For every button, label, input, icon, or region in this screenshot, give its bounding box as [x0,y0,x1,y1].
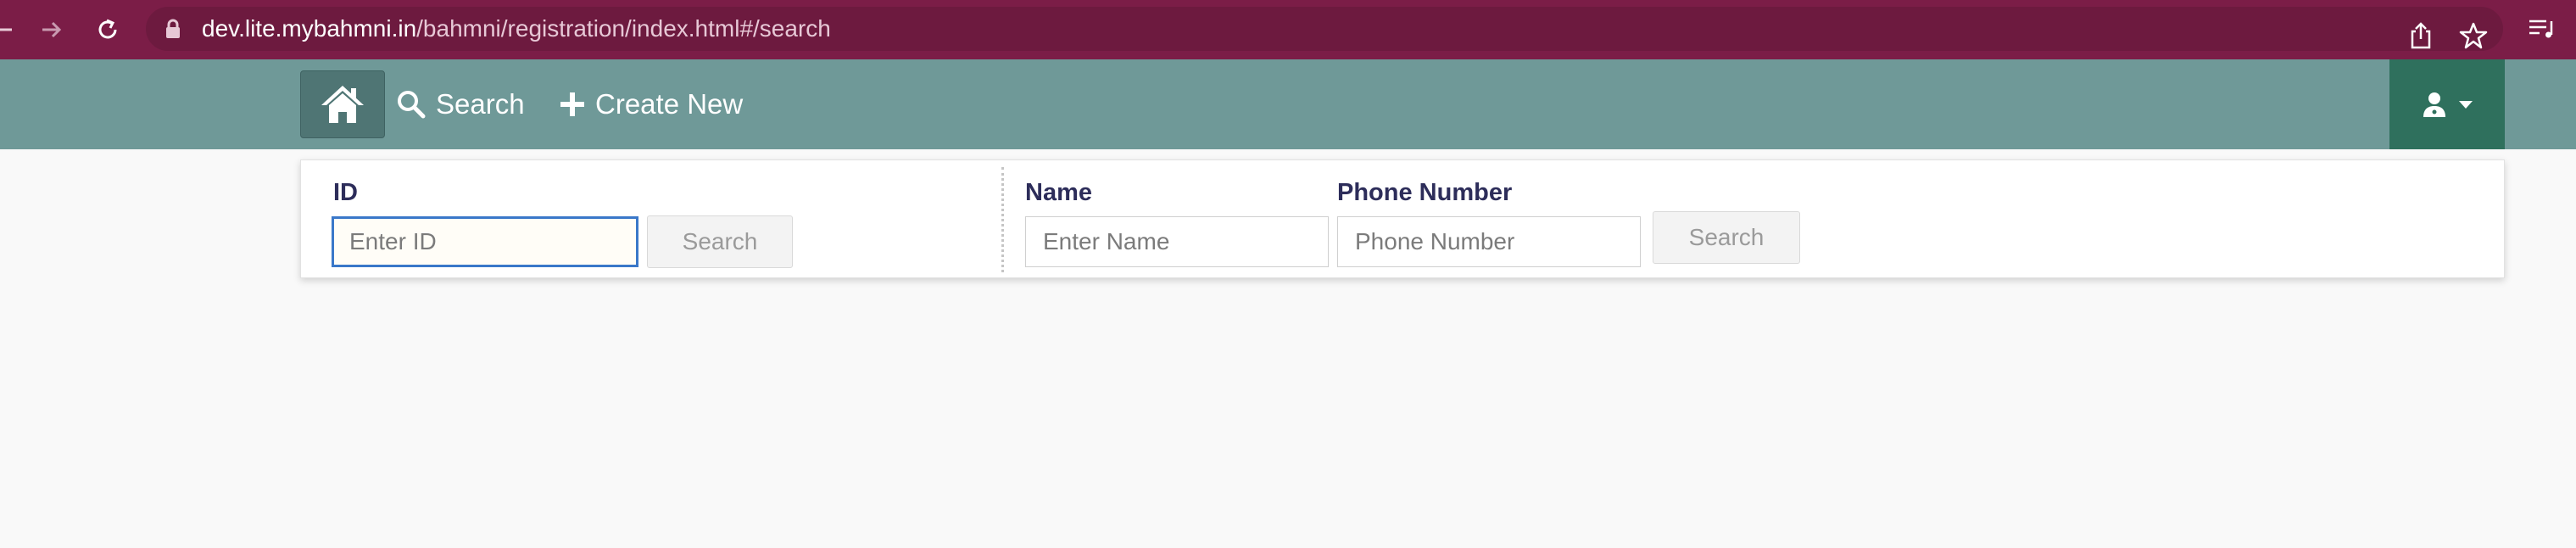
lock-icon [166,19,180,38]
url-text[interactable]: dev.lite.mybahmni.in/bahmni/registration… [202,7,831,51]
app-header: Search Create New [0,59,2576,149]
nav-search-label: Search [436,88,525,120]
browser-toolbar: dev.lite.mybahmni.in/bahmni/registration… [0,0,2576,59]
id-search-input[interactable] [332,216,638,267]
patient-search-panel: ID Search Name Phone Number Search [300,159,2505,278]
plus-icon [560,92,585,117]
media-queue-icon[interactable] [2525,12,2559,46]
phone-number-input[interactable] [1337,216,1641,267]
nav-search-link[interactable]: Search [397,76,525,132]
url-path: /bahmni/registration/index.html#/search [416,15,831,42]
home-icon [321,86,364,123]
search-icon [397,90,426,119]
name-search-button-label: Search [1688,224,1765,250]
url-domain: dev.lite.mybahmni.in [202,15,417,42]
forward-icon[interactable] [31,8,73,51]
home-button[interactable] [300,70,385,138]
address-bar[interactable]: dev.lite.mybahmni.in/bahmni/registration… [146,7,2503,51]
name-label: Name [1025,179,1092,206]
back-icon[interactable] [0,8,27,51]
nav-create-new-link[interactable]: Create New [560,76,743,132]
name-search-input[interactable] [1025,216,1329,267]
nav-create-new-label: Create New [595,88,744,120]
reload-icon[interactable] [86,8,129,51]
chevron-down-icon [2459,100,2473,109]
phone-number-label: Phone Number [1337,179,1513,206]
section-divider [1001,167,1004,272]
star-icon[interactable] [2456,19,2490,53]
id-search-button-label: Search [682,228,758,254]
id-search-button[interactable]: Search [647,215,793,268]
id-label: ID [333,179,358,206]
user-doctor-icon [2423,92,2445,117]
share-icon[interactable] [2404,19,2438,53]
user-menu-dropdown[interactable] [2389,59,2505,149]
name-search-button[interactable]: Search [1653,211,1800,264]
